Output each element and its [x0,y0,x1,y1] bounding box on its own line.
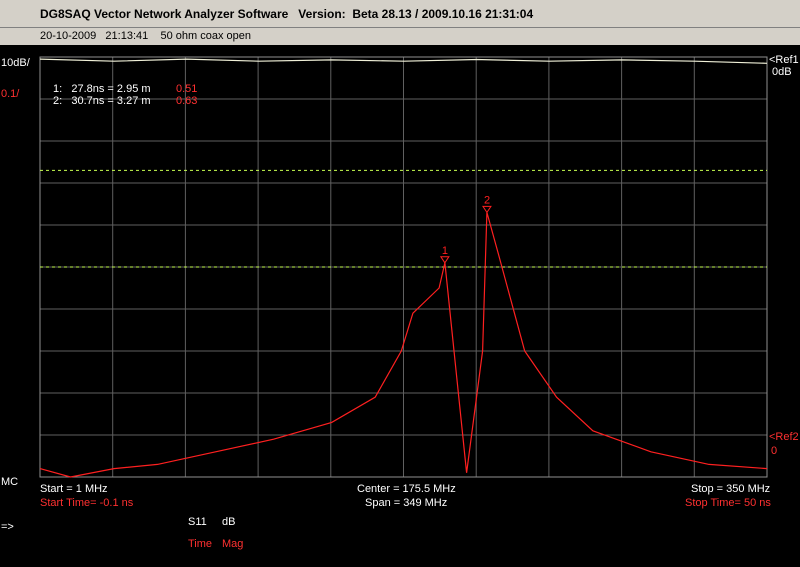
marker-1-label: 1 [442,245,448,257]
info-bar: 20-10-2009 21:13:41 50 ohm coax open [0,28,800,45]
markers: 12 [439,194,492,264]
trace2-scale: 0.1/ [1,88,20,100]
unit-label[interactable]: dB [222,516,235,528]
measurement-info: 20-10-2009 21:13:41 50 ohm coax open [40,30,251,42]
start-frequency[interactable]: Start = 1 MHz [40,483,108,495]
marker-1-triangle [439,256,450,264]
input-arrow: => [1,521,14,533]
marker1-value: 0.51 [176,83,198,95]
window-title: DG8SAQ Vector Network Analyzer Software … [40,7,534,21]
ref2-label: <Ref2 [769,431,799,443]
marker-2-label: 2 [484,194,490,206]
start-time[interactable]: Start Time= -0.1 ns [40,497,133,509]
span-frequency[interactable]: Span = 349 MHz [365,497,447,509]
stop-time[interactable]: Stop Time= 50 ns [685,497,771,509]
marker1-readout: 1: 27.8ns = 2.95 m [53,83,151,95]
center-frequency[interactable]: Center = 175.5 MHz [357,483,456,495]
stop-frequency[interactable]: Stop = 350 MHz [691,483,770,495]
ref2-value: 0 [771,445,778,457]
trace1-scale: 10dB/ [1,57,30,69]
format-label[interactable]: Mag [222,538,243,550]
marker2-readout: 2: 30.7ns = 3.27 m [53,95,151,107]
marker2-value: 0.63 [176,95,198,107]
mc-label: MC [1,476,19,488]
ref1-label: <Ref1 [769,54,799,66]
title-bar: DG8SAQ Vector Network Analyzer Software … [0,0,800,28]
parameter-label[interactable]: S11 [188,516,207,528]
domain-label[interactable]: Time [188,538,212,550]
ref1-value: 0dB [772,66,792,78]
marker-2-triangle [482,205,492,214]
